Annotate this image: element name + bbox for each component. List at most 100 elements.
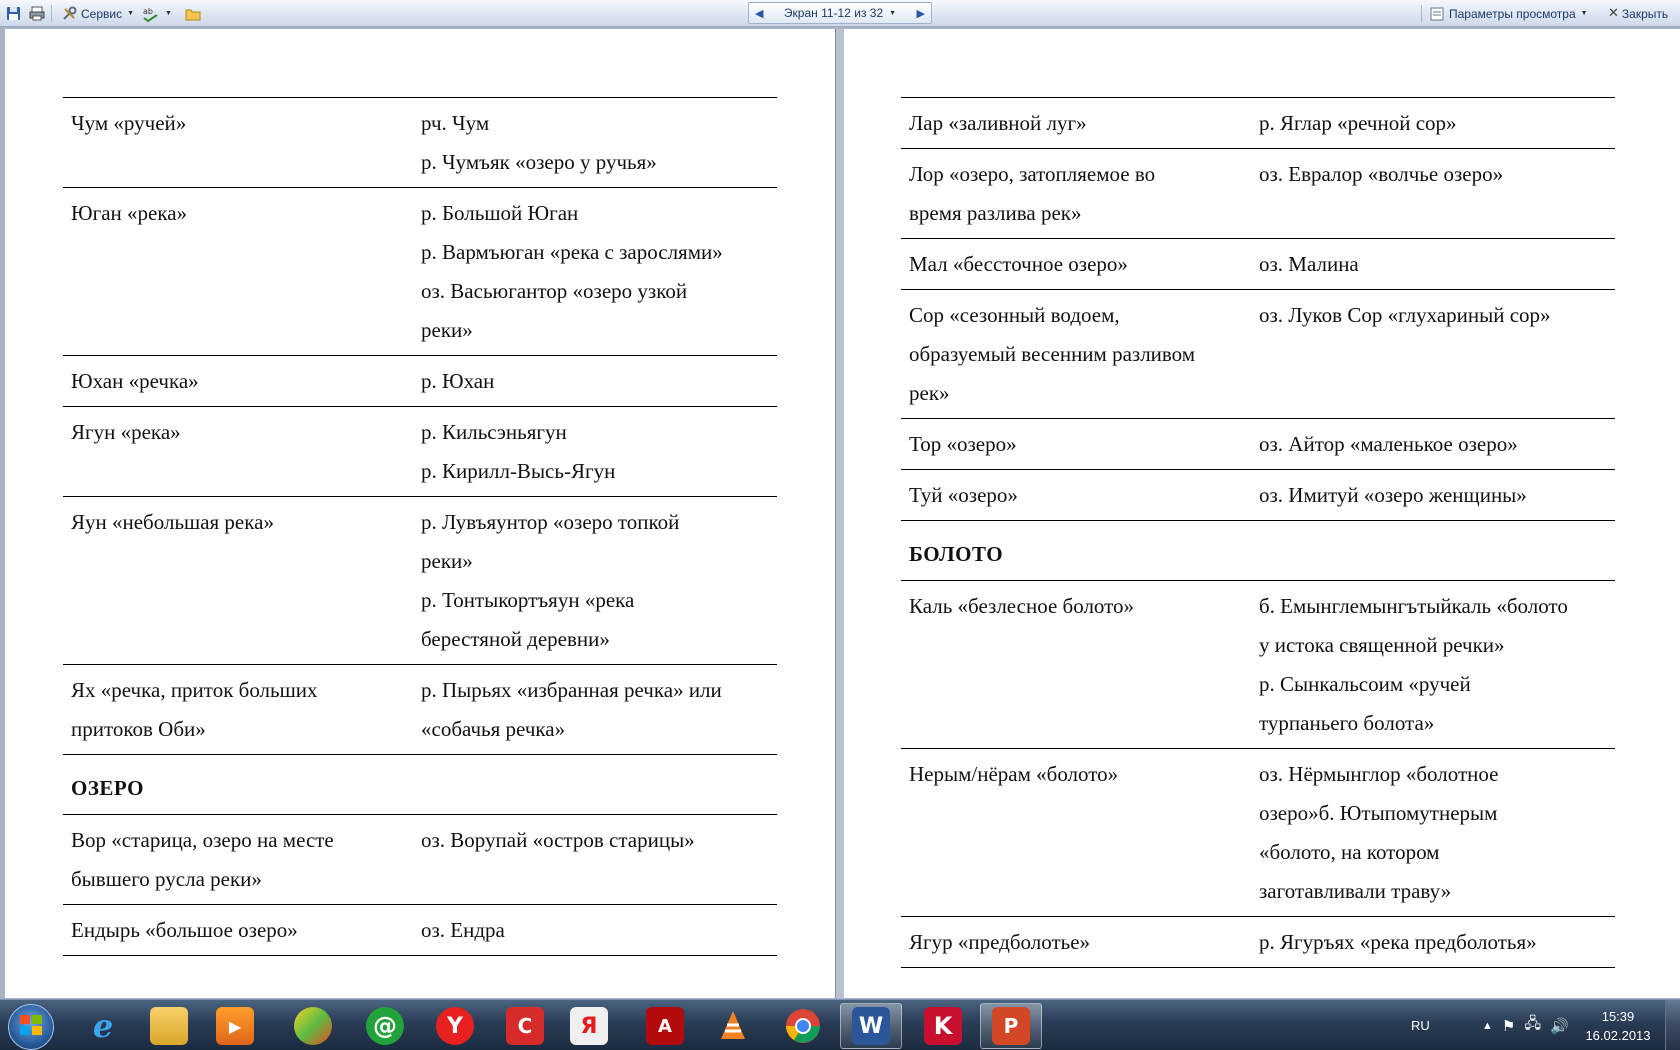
term-cell: Лор «озеро, затопляемое во <box>909 162 1156 186</box>
taskbar-internet-explorer[interactable]: e <box>72 1003 134 1049</box>
vlc-cone-icon <box>714 1007 752 1045</box>
example-line: «собачья речка» <box>421 717 566 741</box>
taskbar-yandex-browser[interactable]: Y <box>424 1003 486 1049</box>
example-line: оз. Малина <box>1259 252 1359 276</box>
clock-date: 16.02.2013 <box>1585 1028 1651 1043</box>
volume-icon[interactable]: 🔊 <box>1550 1017 1569 1035</box>
table-row: Каль «безлесное болото» б. Емынглемынгът… <box>901 580 1615 749</box>
table-row: Юхан «речка» р. Юхан <box>63 355 777 407</box>
term-cell: Ягун «река» <box>71 420 181 444</box>
term-cell: Лар «заливной луг» <box>909 111 1087 135</box>
yandex-icon: Я <box>570 1007 608 1045</box>
action-center-flag-icon[interactable]: ⚑ <box>1502 1017 1515 1035</box>
table-row: Ягун «река» р. Кильсэньягун р. Кирилл-Выс… <box>63 406 777 497</box>
chevron-down-icon: ▼ <box>165 10 172 17</box>
term-cell: Сор «сезонный водоем, <box>909 303 1120 327</box>
example-line: оз. Васьюгантор «озеро узкой <box>421 279 688 303</box>
term-cell: Каль «безлесное болото» <box>909 594 1135 618</box>
powerpoint-icon: P <box>992 1007 1030 1045</box>
view-options-button[interactable]: Параметры просмотра ▼ <box>1424 4 1592 23</box>
taskbar-app-green[interactable] <box>282 1003 344 1049</box>
view-options-icon <box>1428 5 1446 23</box>
example-line: оз. Айтор «маленькое озеро» <box>1259 432 1518 456</box>
open-folder-button[interactable] <box>184 4 202 23</box>
clock[interactable]: 15:39 16.02.2013 <box>1580 1007 1656 1045</box>
yandex-browser-icon: Y <box>436 1007 474 1045</box>
shield-app-icon: C <box>506 1007 544 1045</box>
example-line: р. Пырьях «избранная речка» или <box>421 678 722 702</box>
chrome-icon <box>784 1007 822 1045</box>
term-cell: Нерым/нёрам «болото» <box>909 762 1119 786</box>
document-page-left: Чум «ручей» рч. Чум р. Чумъяк «озеро у ру… <box>5 29 836 1018</box>
term-cell: Чум «ручей» <box>71 111 187 135</box>
windows-logo-icon <box>19 1013 43 1042</box>
table-row: Ендырь «большое озеро» оз. Ендра <box>63 904 777 956</box>
show-hidden-icons-icon[interactable]: ▲ <box>1482 1020 1493 1032</box>
print-button[interactable] <box>28 4 46 23</box>
table-row: Лар «заливной луг» р. Яглар «речной сор» <box>901 97 1615 149</box>
toponym-table-left: Чум «ручей» рч. Чум р. Чумъяк «озеро у ру… <box>63 97 777 956</box>
table-row: Вор «старица, озеро на месте бывшего русл… <box>63 814 777 905</box>
service-menu-button[interactable]: Сервис ▼ <box>56 4 138 23</box>
previous-screen-button[interactable]: ◀ <box>755 7 763 20</box>
spelling-button[interactable]: ab ▼ <box>138 4 176 23</box>
taskbar-file-explorer[interactable] <box>138 1003 200 1049</box>
example-line: р. Большой Юган <box>421 201 579 225</box>
term-cell: Тор «озеро» <box>909 432 1017 456</box>
taskbar-kaspersky[interactable]: K <box>912 1003 974 1049</box>
example-line: оз. Ендра <box>421 918 505 942</box>
save-icon <box>4 5 22 23</box>
example-line: р. Лувъяунтор «озеро топкой <box>421 510 680 534</box>
mail-agent-icon: @ <box>366 1007 404 1045</box>
word-icon: W <box>852 1007 890 1045</box>
close-reading-button[interactable]: ✕ Закрыть <box>1604 4 1672 23</box>
taskbar-adobe-reader[interactable]: A <box>634 1003 696 1049</box>
example-line: озеро»б. Ютыпомутнерым <box>1259 801 1498 825</box>
table-row: Сор «сезонный водоем, образуемый весенним… <box>901 289 1615 419</box>
kaspersky-icon: K <box>924 1007 962 1045</box>
taskbar-powerpoint[interactable]: P <box>980 1003 1042 1049</box>
save-button[interactable] <box>4 4 22 23</box>
toponym-table-right: Лар «заливной луг» р. Яглар «речной сор»… <box>901 97 1615 968</box>
term-cell: Ягур «предболотье» <box>909 930 1091 954</box>
table-row: Нерым/нёрам «болото» оз. Нёрмынглор «бол… <box>901 748 1615 917</box>
start-button[interactable] <box>8 1004 54 1050</box>
system-tray: ▲ ⚑ 🖧 🔊 <box>1482 1000 1569 1050</box>
taskbar-vlc-player[interactable] <box>702 1003 764 1049</box>
taskbar-word[interactable]: W <box>840 1003 902 1049</box>
example-line: реки» <box>421 318 473 342</box>
next-screen-button[interactable]: ▶ <box>917 7 925 20</box>
folder-icon <box>150 1007 188 1045</box>
example-line: р. Сынкальсоим «ручей <box>1259 672 1471 696</box>
taskbar-media-player[interactable]: ▶ <box>204 1003 266 1049</box>
term-cell: Яун «небольшая река» <box>71 510 274 534</box>
network-icon[interactable]: 🖧 <box>1524 1013 1541 1038</box>
taskbar-chrome[interactable] <box>772 1003 834 1049</box>
section-heading-row: ОЗЕРО <box>63 754 777 815</box>
pdf-icon: A <box>646 1007 684 1045</box>
document-page-right: Лар «заливной луг» р. Яглар «речной сор»… <box>844 29 1680 1018</box>
table-row: Яун «небольшая река» р. Лувъяунтор «озер… <box>63 496 777 665</box>
example-line: оз. Имитуй «озеро женщины» <box>1259 483 1527 507</box>
toolbar-separator <box>1421 5 1422 22</box>
term-cell: рек» <box>909 381 950 405</box>
show-desktop-button[interactable] <box>1665 1000 1680 1050</box>
table-row: Лор «озеро, затопляемое во время разлива … <box>901 148 1615 239</box>
table-row: Ях «речка, приток больших притоков Оби» р… <box>63 664 777 755</box>
taskbar-yandex-bar[interactable]: Я <box>558 1003 620 1049</box>
term-cell: Юган «река» <box>71 201 188 225</box>
screen-navigator: ◀ Экран 11-12 из 32 ▼ ▶ <box>748 2 932 24</box>
chevron-down-icon: ▼ <box>127 10 135 17</box>
screen-selector[interactable]: Экран 11-12 из 32 ▼ <box>784 6 896 20</box>
term-cell: Ях «речка, приток больших <box>71 678 318 702</box>
colorful-app-icon <box>294 1007 332 1045</box>
example-line: турпаньего болота» <box>1259 711 1435 735</box>
taskbar-mail-agent[interactable]: @ <box>354 1003 416 1049</box>
close-label: Закрыть <box>1621 6 1669 21</box>
chevron-down-icon: ▼ <box>889 9 897 17</box>
taskbar-kaspersky-app[interactable]: C <box>494 1003 556 1049</box>
table-row: Туй «озеро» оз. Имитуй «озеро женщины» <box>901 469 1615 521</box>
language-indicator[interactable]: RU <box>1411 1000 1430 1050</box>
term-cell: образуемый весенним разливом <box>909 342 1196 366</box>
term-cell: Ендырь «большое озеро» <box>71 918 298 942</box>
